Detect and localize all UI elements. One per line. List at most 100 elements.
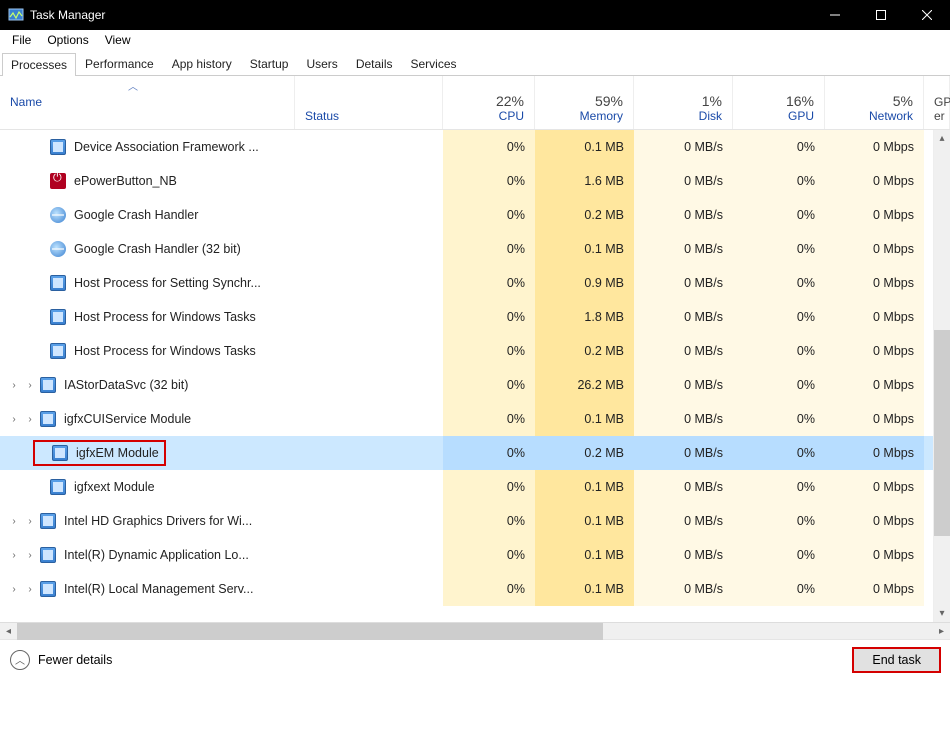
process-name-cell[interactable]: igfxext Module (0, 470, 295, 504)
gpu-cell: 0% (733, 402, 825, 436)
process-row[interactable]: Google Crash Handler (32 bit)0%0.1 MB0 M… (0, 232, 950, 266)
vscroll-thumb[interactable] (934, 330, 950, 536)
process-name-cell[interactable]: Google Crash Handler (0, 198, 295, 232)
process-name-cell[interactable]: ››Intel(R) Local Management Serv... (0, 572, 295, 606)
process-row[interactable]: Host Process for Windows Tasks0%1.8 MB0 … (0, 300, 950, 334)
maximize-button[interactable] (858, 0, 904, 30)
gpu-cell: 0% (733, 470, 825, 504)
status-cell (295, 436, 443, 470)
expand-chevron-icon[interactable]: › (24, 550, 36, 561)
process-name: Host Process for Windows Tasks (74, 344, 256, 358)
gpu-cell: 0% (733, 198, 825, 232)
tab-users[interactable]: Users (297, 52, 346, 75)
process-name-cell[interactable]: Host Process for Windows Tasks (0, 334, 295, 368)
process-name-cell[interactable]: › › igfxCUIService Module (0, 402, 295, 436)
cpu-cell: 0% (443, 470, 535, 504)
process-row[interactable]: igfxEM Module0%0.2 MB0 MB/s0%0 Mbps (0, 436, 950, 470)
status-cell (295, 504, 443, 538)
scroll-left-icon[interactable]: ◂ (0, 623, 17, 640)
menubar: File Options View (0, 30, 950, 50)
header-network[interactable]: 5% Network (825, 76, 924, 129)
scroll-down-icon[interactable]: ▾ (934, 605, 950, 622)
header-cpu[interactable]: 22% CPU (443, 76, 535, 129)
expand-chevron-icon[interactable]: › (8, 414, 20, 425)
process-row[interactable]: Host Process for Setting Synchr...0%0.9 … (0, 266, 950, 300)
scroll-up-icon[interactable]: ▴ (934, 130, 950, 147)
cpu-cell: 0% (443, 232, 535, 266)
header-gpu[interactable]: 16% GPU (733, 76, 825, 129)
app-icon (40, 513, 56, 529)
vertical-scrollbar[interactable]: ▴ ▾ (933, 130, 950, 622)
process-name-cell[interactable]: Host Process for Setting Synchr... (0, 266, 295, 300)
process-row[interactable]: ››Intel(R) Local Management Serv...0%0.1… (0, 572, 950, 606)
process-row[interactable]: Google Crash Handler0%0.2 MB0 MB/s0%0 Mb… (0, 198, 950, 232)
cpu-cell: 0% (443, 300, 535, 334)
header-disk[interactable]: 1% Disk (634, 76, 733, 129)
header-extra[interactable]: GPU er (924, 76, 950, 129)
process-name-cell[interactable]: Google Crash Handler (32 bit) (0, 232, 295, 266)
menu-file[interactable]: File (4, 31, 39, 49)
cpu-cell: 0% (443, 572, 535, 606)
expand-chevron-icon[interactable]: › (8, 550, 20, 561)
process-row[interactable]: igfxext Module0%0.1 MB0 MB/s0%0 Mbps (0, 470, 950, 504)
header-memory[interactable]: 59% Memory (535, 76, 634, 129)
process-name-cell[interactable]: ePowerButton_NB (0, 164, 295, 198)
tab-performance[interactable]: Performance (76, 52, 163, 75)
header-status[interactable]: Status (295, 76, 443, 129)
horizontal-scrollbar[interactable]: ◂ ▸ (0, 622, 950, 639)
app-icon (50, 479, 66, 495)
menu-view[interactable]: View (97, 31, 139, 49)
process-name-cell[interactable]: Host Process for Windows Tasks (0, 300, 295, 334)
gpu-cell: 0% (733, 436, 825, 470)
header-name[interactable]: ︿ Name (0, 76, 295, 129)
process-row[interactable]: Host Process for Windows Tasks0%0.2 MB0 … (0, 334, 950, 368)
close-button[interactable] (904, 0, 950, 30)
minimize-button[interactable] (812, 0, 858, 30)
end-task-button[interactable]: End task (853, 648, 940, 672)
menu-options[interactable]: Options (39, 31, 96, 49)
net-cell: 0 Mbps (825, 334, 924, 368)
expand-chevron-icon[interactable]: › (24, 584, 36, 595)
expand-chevron-icon[interactable]: › (24, 380, 36, 391)
tab-processes[interactable]: Processes (2, 53, 76, 76)
tab-app-history[interactable]: App history (163, 52, 241, 75)
process-name: igfxCUIService Module (64, 412, 191, 426)
gpu-cell: 0% (733, 232, 825, 266)
expand-chevron-icon[interactable]: › (8, 380, 20, 391)
app-icon (50, 139, 66, 155)
process-row[interactable]: ››Intel HD Graphics Drivers for Wi...0%0… (0, 504, 950, 538)
process-row[interactable]: ››igfxCUIService Module0%0.1 MB0 MB/s0%0… (0, 402, 950, 436)
net-cell: 0 Mbps (825, 300, 924, 334)
process-name-cell[interactable]: ››Intel HD Graphics Drivers for Wi... (0, 504, 295, 538)
titlebar: Task Manager (0, 0, 950, 30)
process-row[interactable]: Device Association Framework ...0%0.1 MB… (0, 130, 950, 164)
process-name-cell[interactable]: ››Intel(R) Dynamic Application Lo... (0, 538, 295, 572)
cpu-cell: 0% (443, 334, 535, 368)
process-name: Host Process for Windows Tasks (74, 310, 256, 324)
process-name-cell[interactable]: igfxEM Module (0, 436, 295, 470)
expand-chevron-icon[interactable]: › (8, 584, 20, 595)
net-cell: 0 Mbps (825, 470, 924, 504)
process-row[interactable]: ePowerButton_NB0%1.6 MB0 MB/s0%0 Mbps (0, 164, 950, 198)
expand-chevron-icon[interactable]: › (24, 414, 36, 425)
fewer-details-toggle[interactable]: ︿ Fewer details (10, 650, 112, 670)
process-name: igfxext Module (74, 480, 155, 494)
gpu-cell: 0% (733, 164, 825, 198)
expand-chevron-icon[interactable]: › (8, 516, 20, 527)
expand-chevron-icon[interactable]: › (24, 516, 36, 527)
status-cell (295, 164, 443, 198)
process-name-cell[interactable]: Device Association Framework ... (0, 130, 295, 164)
process-row[interactable]: ››IAStorDataSvc (32 bit)0%26.2 MB0 MB/s0… (0, 368, 950, 402)
scroll-right-icon[interactable]: ▸ (933, 623, 950, 640)
mem-cell: 0.1 MB (535, 538, 634, 572)
net-cell: 0 Mbps (825, 402, 924, 436)
tab-services[interactable]: Services (402, 52, 466, 75)
tab-details[interactable]: Details (347, 52, 402, 75)
process-row[interactable]: ››Intel(R) Dynamic Application Lo...0%0.… (0, 538, 950, 572)
status-cell (295, 232, 443, 266)
tab-startup[interactable]: Startup (241, 52, 298, 75)
hscroll-thumb[interactable] (17, 623, 603, 640)
app-icon (40, 377, 56, 393)
gpu-cell: 0% (733, 266, 825, 300)
process-name-cell[interactable]: ››IAStorDataSvc (32 bit) (0, 368, 295, 402)
